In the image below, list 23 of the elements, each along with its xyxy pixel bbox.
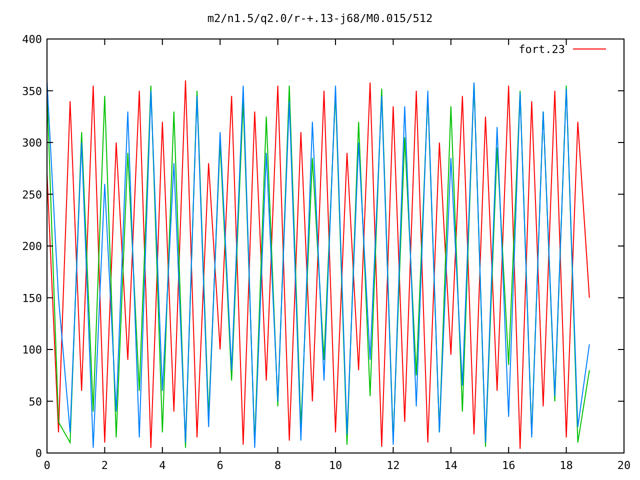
x-tick-label: 2 [101, 459, 108, 472]
x-tick-label: 12 [386, 459, 400, 472]
y-tick-label: 200 [22, 240, 42, 253]
y-tick-label: 50 [28, 395, 42, 408]
x-tick-label: 20 [617, 459, 631, 472]
chart-title: m2/n1.5/q2.0/r-+.13-j68/M0.015/512 [207, 12, 433, 25]
y-tick-label: 250 [22, 188, 42, 202]
y-tick-label: 0 [35, 447, 42, 460]
x-tick-label: 18 [560, 459, 573, 472]
y-tick-label: 350 [22, 84, 42, 98]
y-tick-label: 150 [22, 292, 42, 305]
legend-label: fort.23 [518, 43, 565, 56]
x-tick-label: 14 [444, 459, 458, 472]
x-tick-label: 8 [274, 459, 282, 472]
x-tick-label: 0 [44, 459, 50, 472]
legend-line [572, 48, 606, 50]
x-tick-label: 6 [216, 459, 224, 472]
x-tick-label: 16 [502, 459, 516, 472]
y-tick-label: 300 [22, 136, 42, 150]
y-tick-label: 400 [22, 33, 42, 46]
x-tick-label: 10 [328, 459, 342, 472]
x-tick-label: 4 [159, 459, 166, 472]
y-tick-label: 100 [22, 344, 42, 356]
